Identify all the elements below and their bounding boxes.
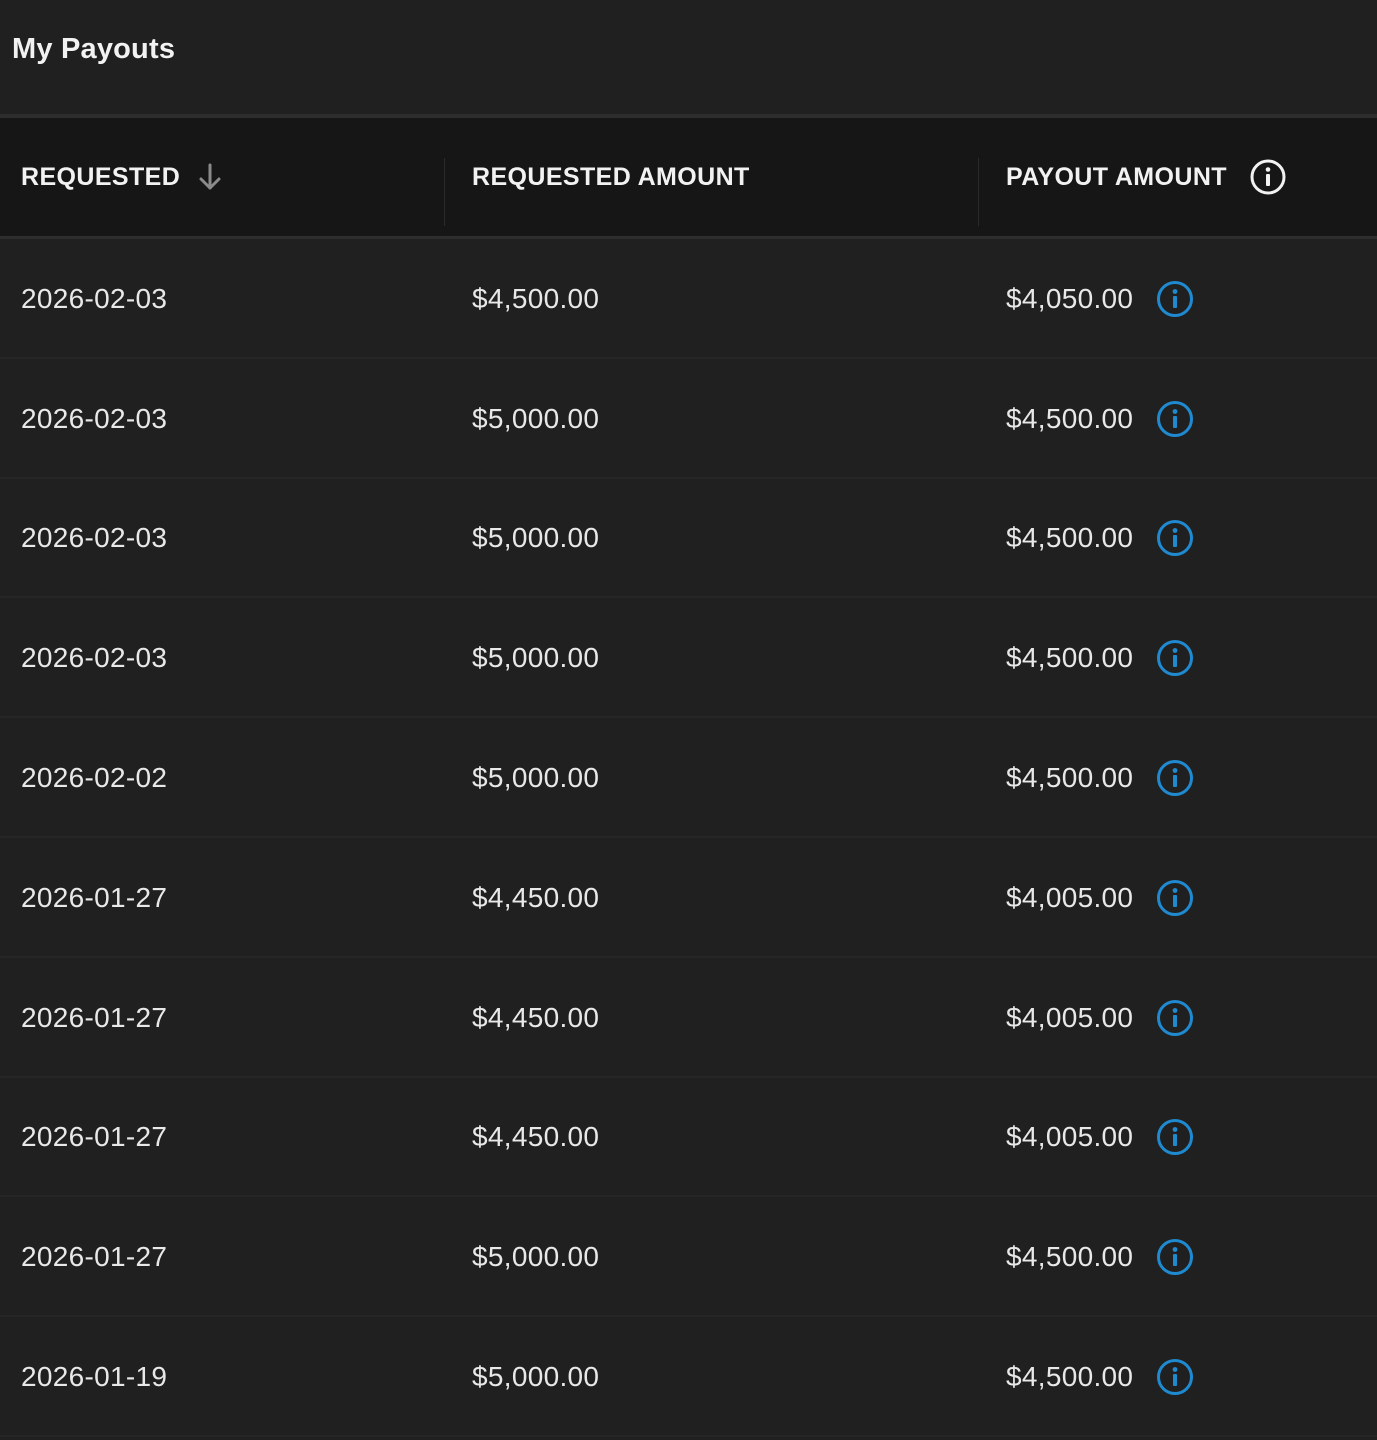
- column-divider[interactable]: [978, 158, 979, 226]
- column-header-payout-amount[interactable]: PAYOUT AMOUNT: [1006, 118, 1287, 236]
- page-header: My Payouts: [0, 0, 1377, 118]
- payout-amount-value: $4,050.00: [1006, 282, 1134, 314]
- table-row[interactable]: 2026-01-27 $4,450.00 $4,005.00: [0, 958, 1377, 1078]
- table-row[interactable]: 2026-01-27 $5,000.00 $4,500.00: [0, 1197, 1377, 1318]
- table-header: REQUESTED REQUESTED AMOUNT PAYOUT AMOUNT: [0, 118, 1377, 239]
- payouts-page: My Payouts REQUESTED REQUESTED AMOUNT PA…: [0, 0, 1377, 1440]
- info-circle-icon[interactable]: [1155, 1117, 1195, 1157]
- table-row[interactable]: 2026-02-02 $5,000.00 $4,500.00: [0, 718, 1377, 838]
- payout-amount-value: $4,500.00: [1006, 1241, 1134, 1273]
- payout-amount-cell: $4,500.00: [1006, 718, 1195, 838]
- payout-amount-cell: $4,500.00: [1006, 598, 1195, 718]
- table-row[interactable]: 2026-02-03 $5,000.00 $4,500.00: [0, 359, 1377, 479]
- requested-date-cell: 2026-02-03: [21, 402, 168, 434]
- requested-amount-cell: $4,450.00: [472, 1001, 600, 1033]
- payout-amount-value: $4,005.00: [1006, 881, 1134, 913]
- column-header-requested-label: REQUESTED: [21, 162, 181, 191]
- arrow-down-icon[interactable]: [196, 162, 224, 192]
- column-divider[interactable]: [444, 158, 445, 226]
- payout-amount-cell: $4,500.00: [1006, 359, 1195, 479]
- payout-amount-value: $4,500.00: [1006, 522, 1134, 554]
- info-circle-icon[interactable]: [1249, 158, 1287, 196]
- table-row[interactable]: 2026-01-27 $4,450.00 $4,005.00: [0, 838, 1377, 958]
- page-title: My Payouts: [12, 33, 176, 65]
- info-circle-icon[interactable]: [1155, 518, 1195, 558]
- payout-amount-cell: $4,005.00: [1006, 958, 1195, 1078]
- payout-amount-cell: $4,500.00: [1006, 1197, 1195, 1317]
- requested-amount-cell: $4,450.00: [472, 881, 600, 913]
- table-row[interactable]: 2026-02-03 $5,000.00 $4,500.00: [0, 479, 1377, 599]
- requested-date-cell: 2026-01-27: [21, 1001, 168, 1033]
- requested-date-cell: 2026-02-03: [21, 642, 168, 674]
- requested-date-cell: 2026-01-19: [21, 1361, 168, 1393]
- requested-amount-cell: $5,000.00: [472, 762, 600, 794]
- table-row[interactable]: 2026-01-19 $5,000.00 $4,500.00: [0, 1317, 1377, 1437]
- info-circle-icon[interactable]: [1155, 998, 1195, 1038]
- column-header-requested[interactable]: REQUESTED: [21, 118, 224, 236]
- payout-amount-value: $4,500.00: [1006, 762, 1134, 794]
- table-row[interactable]: 2026-02-03 $4,500.00 $4,050.00: [0, 239, 1377, 359]
- requested-amount-cell: $4,450.00: [472, 1121, 600, 1153]
- requested-amount-cell: $5,000.00: [472, 1241, 600, 1273]
- info-circle-icon[interactable]: [1155, 279, 1195, 319]
- payout-amount-value: $4,005.00: [1006, 1121, 1134, 1153]
- info-circle-icon[interactable]: [1155, 758, 1195, 798]
- info-circle-icon[interactable]: [1155, 638, 1195, 678]
- requested-amount-cell: $5,000.00: [472, 1361, 600, 1393]
- info-circle-icon[interactable]: [1155, 399, 1195, 439]
- payout-amount-value: $4,500.00: [1006, 1361, 1134, 1393]
- info-circle-icon[interactable]: [1155, 878, 1195, 918]
- payouts-table-body: 2026-02-03 $4,500.00 $4,050.00 2026-02-03 $5…: [0, 239, 1377, 1437]
- payout-amount-value: $4,500.00: [1006, 402, 1134, 434]
- payout-amount-cell: $4,050.00: [1006, 239, 1195, 359]
- column-header-requested-amount-label: REQUESTED AMOUNT: [472, 162, 750, 191]
- requested-amount-cell: $4,500.00: [472, 282, 600, 314]
- info-circle-icon[interactable]: [1155, 1237, 1195, 1277]
- requested-date-cell: 2026-01-27: [21, 1241, 168, 1273]
- requested-date-cell: 2026-02-02: [21, 762, 168, 794]
- payout-amount-value: $4,500.00: [1006, 642, 1134, 674]
- payout-amount-cell: $4,500.00: [1006, 1317, 1195, 1437]
- requested-date-cell: 2026-01-27: [21, 881, 168, 913]
- payout-amount-cell: $4,005.00: [1006, 838, 1195, 958]
- info-circle-icon[interactable]: [1155, 1357, 1195, 1397]
- payout-amount-cell: $4,500.00: [1006, 479, 1195, 599]
- table-row[interactable]: 2026-01-27 $4,450.00 $4,005.00: [0, 1078, 1377, 1198]
- requested-amount-cell: $5,000.00: [472, 522, 600, 554]
- payout-amount-value: $4,005.00: [1006, 1001, 1134, 1033]
- requested-amount-cell: $5,000.00: [472, 642, 600, 674]
- column-header-payout-amount-label: PAYOUT AMOUNT: [1006, 162, 1227, 191]
- payout-amount-cell: $4,005.00: [1006, 1078, 1195, 1198]
- requested-date-cell: 2026-02-03: [21, 282, 168, 314]
- requested-amount-cell: $5,000.00: [472, 402, 600, 434]
- requested-date-cell: 2026-01-27: [21, 1121, 168, 1153]
- table-row[interactable]: 2026-02-03 $5,000.00 $4,500.00: [0, 598, 1377, 719]
- requested-date-cell: 2026-02-03: [21, 522, 168, 554]
- column-header-requested-amount[interactable]: REQUESTED AMOUNT: [472, 118, 750, 236]
